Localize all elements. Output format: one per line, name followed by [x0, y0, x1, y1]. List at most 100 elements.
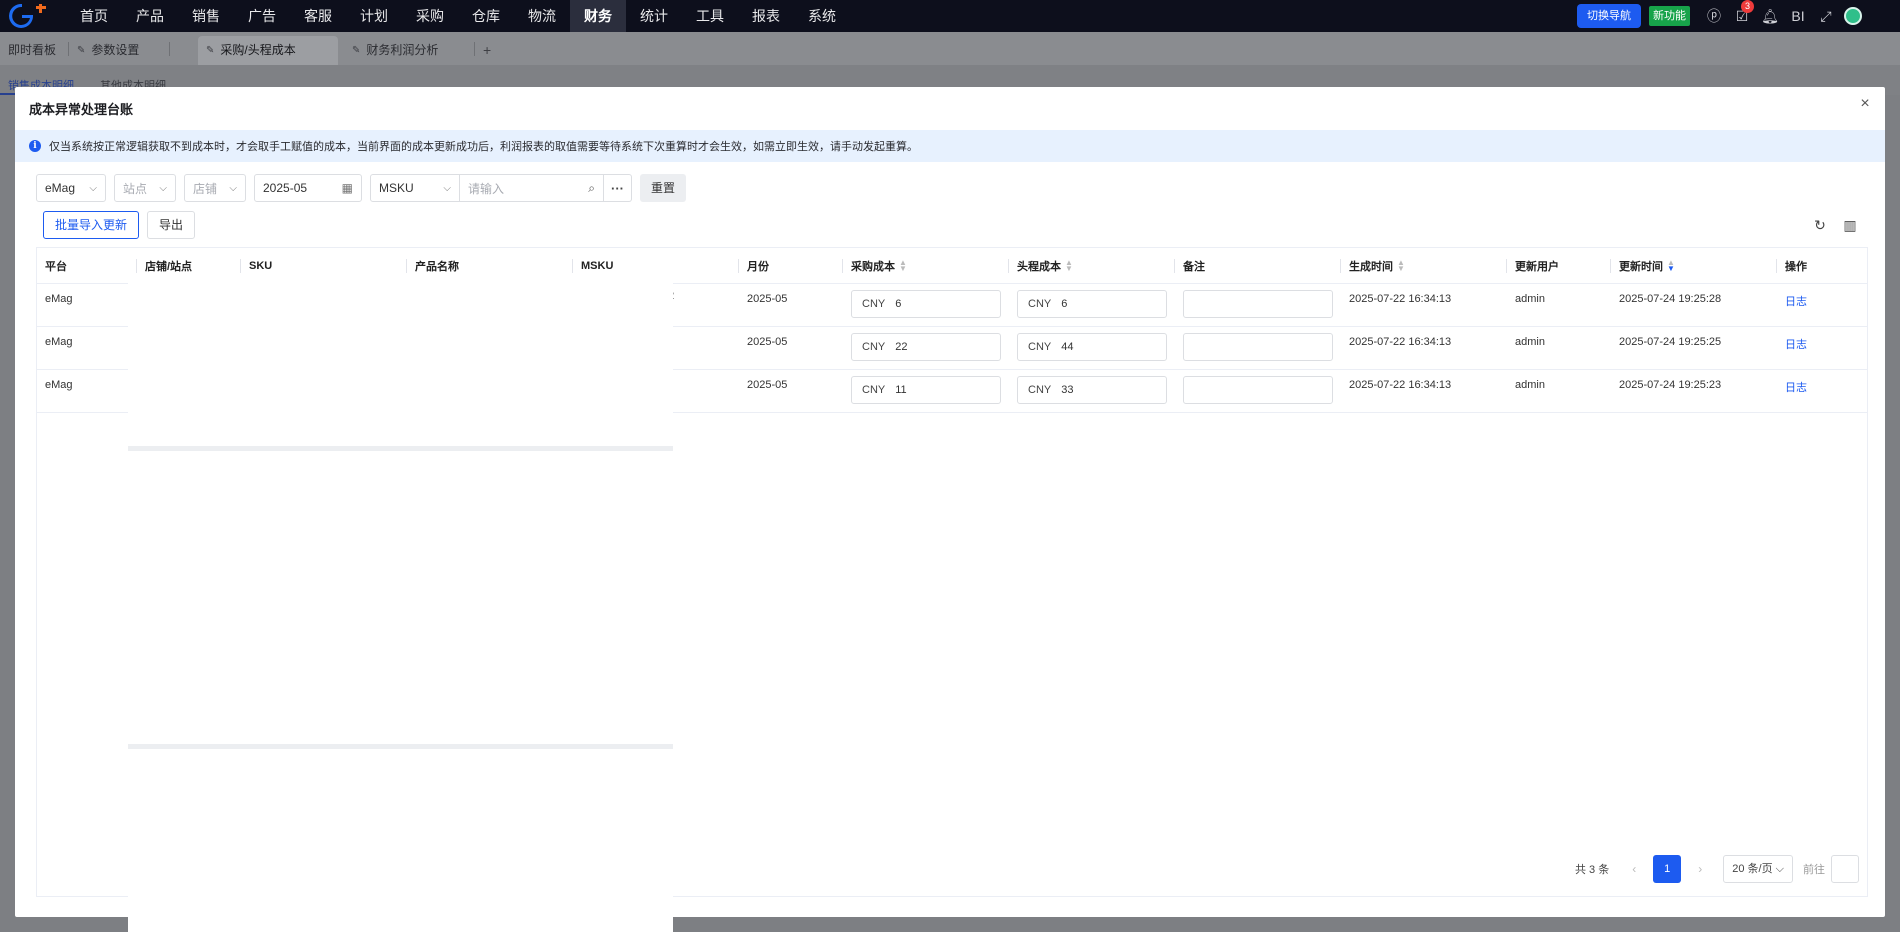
shop-select[interactable]: 店铺 ⌵: [184, 174, 246, 202]
cell-freight-cost: CNY 33: [1009, 370, 1175, 412]
column-header: 操作: [1777, 248, 1857, 283]
table-header: 平台 店铺/站点 SKU 产品名称 MSKU 月份 采购成本 ▲ ▼ 头程成本 ▲ ▼ 备注 生成时间 ▲ ▼…: [37, 248, 1867, 284]
freight-cost-input[interactable]: CNY 44: [1017, 333, 1167, 361]
tab-strip: 即时看板 ✎ 参数设置 ✎ 采购/头程成本 ✎ 财务利润分析 +: [0, 32, 1900, 65]
note-input[interactable]: [1183, 290, 1333, 318]
month-picker[interactable]: 2025-05 ▦: [254, 174, 362, 202]
columns-icon[interactable]: ▥: [1835, 217, 1865, 234]
site-select[interactable]: 站点 ⌵: [114, 174, 176, 202]
column-header-label: 平台: [45, 260, 67, 273]
column-header: 更新用户: [1507, 248, 1611, 283]
menu-item[interactable]: 仓库: [458, 0, 514, 32]
tab-profit-analysis[interactable]: ✎ 财务利润分析: [344, 36, 474, 65]
reset-button[interactable]: 重置: [640, 174, 687, 202]
tab-params[interactable]: ✎ 参数设置: [69, 36, 169, 65]
refresh-icon[interactable]: ↻: [1805, 217, 1835, 234]
search-field-value: MSKU: [379, 181, 414, 195]
menu-item[interactable]: 计划: [346, 0, 402, 32]
menu-item[interactable]: 销售: [178, 0, 234, 32]
cell-purchase-cost: CNY 22: [843, 327, 1009, 369]
help-icon[interactable]: ⓟ: [1700, 6, 1728, 26]
batch-import-button[interactable]: 批量导入更新: [43, 211, 140, 239]
filter-bar: eMag ⌵ 站点 ⌵ 店铺 ⌵ 2025-05 ▦ MSKU ⌵ 请输入 ⌕ ··· 重置: [36, 174, 687, 202]
column-header-label: 产品名称: [415, 260, 459, 273]
cell-month: 2025-05: [747, 293, 788, 305]
column-header[interactable]: 头程成本 ▲ ▼: [1009, 248, 1175, 283]
page-1-button[interactable]: 1: [1653, 855, 1682, 883]
menu-item[interactable]: 系统: [794, 0, 850, 32]
column-header[interactable]: 采购成本 ▲ ▼: [843, 248, 1009, 283]
fullscreen-icon[interactable]: ⤢: [1812, 8, 1840, 25]
prev-page-button[interactable]: ‹: [1623, 862, 1645, 876]
note-input[interactable]: [1183, 333, 1333, 361]
purchase-cost-input[interactable]: CNY 11: [851, 376, 1001, 404]
log-link[interactable]: 日志: [1785, 339, 1807, 351]
export-button[interactable]: 导出: [147, 211, 196, 239]
purchase-cost-value: 22: [895, 341, 908, 353]
tab-purchase-cost[interactable]: ✎ 采购/头程成本: [198, 36, 339, 65]
cell-note: [1175, 284, 1341, 326]
menu-item[interactable]: 物流: [514, 0, 570, 32]
freight-cost-input[interactable]: CNY 6: [1017, 290, 1167, 318]
sort-icon[interactable]: ▲ ▼: [899, 258, 907, 272]
currency-label: CNY: [862, 341, 886, 353]
redaction-overlay: [128, 282, 673, 932]
goto-page-input[interactable]: [1831, 855, 1859, 883]
notice-banner: i 仅当系统按正常逻辑获取不到成本时，才会取手工赋值的成本，当前界面的成本更新成…: [15, 130, 1885, 162]
freight-cost-input[interactable]: CNY 33: [1017, 376, 1167, 404]
sort-icon[interactable]: ▲ ▼: [1667, 258, 1675, 272]
search-placeholder: 请输入: [468, 181, 505, 196]
chevron-down-icon: ⌵: [89, 182, 97, 194]
menu-item[interactable]: 产品: [122, 0, 178, 32]
log-link[interactable]: 日志: [1785, 382, 1807, 394]
site-placeholder: 站点: [123, 181, 148, 196]
menu-item[interactable]: 财务: [570, 0, 626, 32]
column-header-label: 操作: [1785, 260, 1807, 273]
column-header[interactable]: 生成时间 ▲ ▼: [1341, 248, 1507, 283]
more-options-button[interactable]: ···: [604, 174, 632, 202]
logo[interactable]: [0, 0, 50, 32]
purchase-cost-input[interactable]: CNY 6: [851, 290, 1001, 318]
bi-icon[interactable]: BI: [1784, 8, 1812, 24]
page-size-select[interactable]: 20 条/页 ⌵: [1723, 855, 1793, 883]
menu-item[interactable]: 客服: [290, 0, 346, 32]
task-icon[interactable]: ☑ 3: [1728, 0, 1756, 25]
new-feature-badge[interactable]: 新功能: [1649, 6, 1690, 26]
column-header: SKU: [241, 248, 407, 283]
notice-text: 仅当系统按正常逻辑获取不到成本时，才会取手工赋值的成本，当前界面的成本更新成功后…: [49, 141, 918, 153]
sort-icon[interactable]: ▲ ▼: [1065, 258, 1073, 272]
msku-search-group: MSKU ⌵ 请输入 ⌕ ···: [370, 174, 632, 202]
search-icon[interactable]: ⌕: [588, 181, 595, 196]
column-header[interactable]: 更新时间 ▲ ▼: [1611, 248, 1777, 283]
platform-select[interactable]: eMag ⌵: [36, 174, 106, 202]
note-input[interactable]: [1183, 376, 1333, 404]
menu-item[interactable]: 首页: [66, 0, 122, 32]
close-icon[interactable]: ×: [1855, 95, 1875, 113]
avatar-wrap[interactable]: [1840, 7, 1900, 25]
tab-label: 参数设置: [91, 43, 140, 57]
cell-platform: eMag: [45, 293, 73, 305]
add-tab-button[interactable]: +: [475, 36, 505, 65]
menu-item[interactable]: 采购: [402, 0, 458, 32]
next-page-button[interactable]: ›: [1689, 862, 1711, 876]
modal-title: 成本异常处理台账: [29, 102, 134, 117]
search-field-select[interactable]: MSKU ⌵: [370, 174, 460, 202]
menu-item[interactable]: 报表: [738, 0, 794, 32]
tab-label: 财务利润分析: [366, 43, 439, 57]
cell-purchase-cost: CNY 11: [843, 370, 1009, 412]
menu-item[interactable]: 工具: [682, 0, 738, 32]
sort-icon[interactable]: ▲ ▼: [1397, 258, 1405, 272]
search-input[interactable]: 请输入 ⌕: [460, 174, 604, 202]
chevron-down-icon: ⌵: [229, 182, 237, 194]
menu-item[interactable]: 广告: [234, 0, 290, 32]
avatar[interactable]: [1844, 7, 1862, 25]
chevron-down-icon: ⌵: [159, 182, 167, 194]
column-header: 平台: [37, 248, 137, 283]
log-link[interactable]: 日志: [1785, 296, 1807, 308]
bell-icon[interactable]: 🔔︎: [1756, 8, 1784, 25]
tab-dashboard[interactable]: 即时看板: [0, 36, 68, 65]
switch-nav-button[interactable]: 切换导航: [1577, 4, 1641, 28]
freight-cost-value: 6: [1061, 298, 1068, 310]
menu-item[interactable]: 统计: [626, 0, 682, 32]
purchase-cost-input[interactable]: CNY 22: [851, 333, 1001, 361]
